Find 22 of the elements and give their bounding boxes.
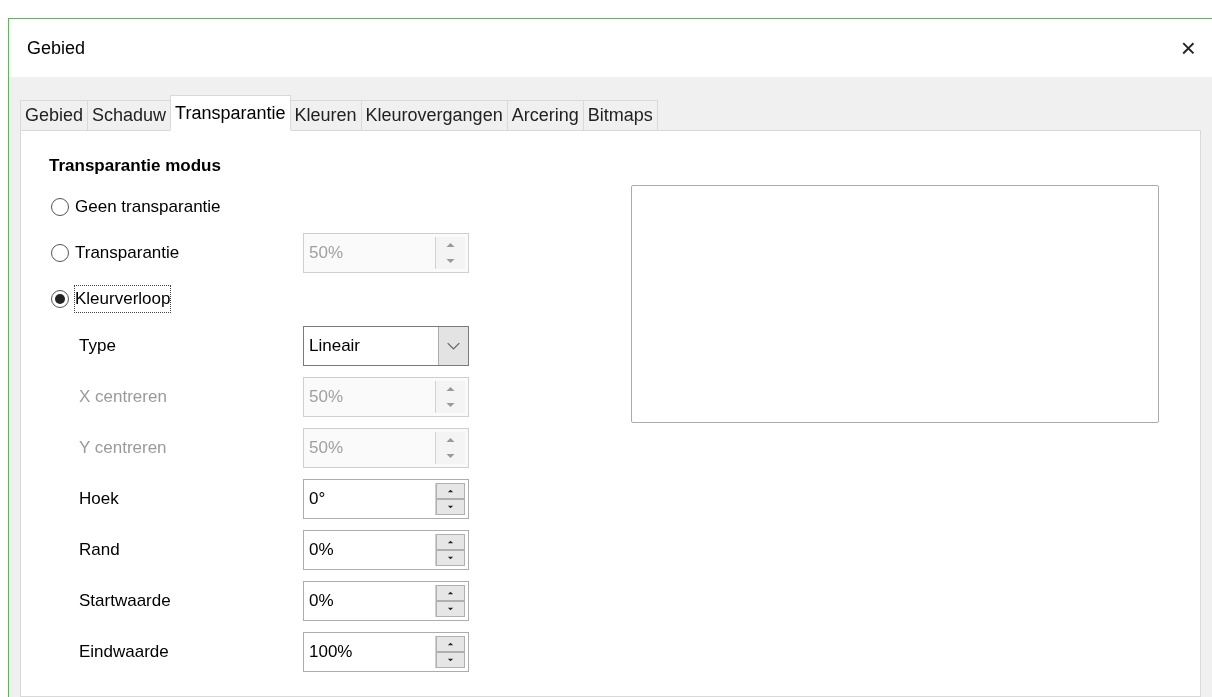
tab[interactable]: Transparantie (170, 95, 291, 131)
window-title: Gebied (27, 36, 86, 60)
radio-option[interactable]: Geen transparantie (51, 194, 303, 220)
field-label: Eindwaarde (79, 640, 170, 663)
field-label: Startwaarde (79, 589, 172, 612)
spin-field[interactable]: 0° (303, 478, 469, 519)
type-dropdown[interactable]: Lineair (303, 325, 469, 366)
close-button[interactable]: × (1176, 35, 1200, 61)
chevron-down-icon[interactable] (438, 326, 468, 365)
spin-field[interactable]: 0% (303, 580, 469, 621)
field-label: Type (79, 334, 117, 357)
field-label: X centreren (79, 385, 168, 408)
tab[interactable]: Bitmaps (582, 100, 658, 131)
radio-option[interactable]: Kleurverloop (51, 286, 303, 312)
field-label: Hoek (79, 487, 120, 510)
field-label: Y centreren (79, 436, 168, 459)
radio-option[interactable]: Transparantie (51, 240, 303, 266)
tab[interactable]: Gebied (20, 100, 89, 131)
field-label: Rand (79, 538, 121, 561)
section-title: Transparantie modus (49, 155, 222, 177)
spin-field[interactable]: 100% (303, 631, 469, 672)
spin-field[interactable]: 0% (303, 529, 469, 570)
